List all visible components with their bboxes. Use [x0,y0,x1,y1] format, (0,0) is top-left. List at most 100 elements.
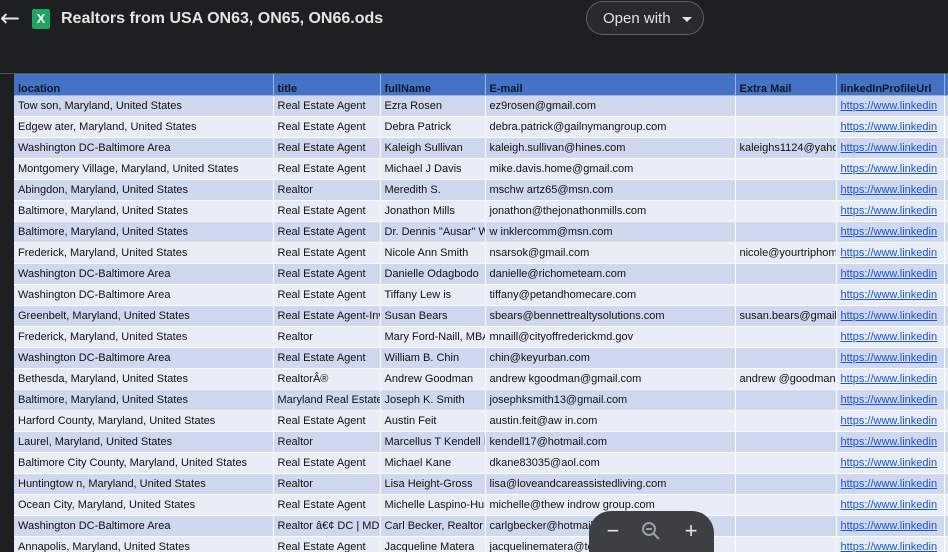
table-cell[interactable]: Jonathon Mills [380,200,486,222]
linkedin-link-cell[interactable]: https://www.linkedin [836,284,945,306]
table-cell[interactable] [735,179,837,201]
table-cell[interactable]: Greenbelt, Maryland, United States [14,305,274,327]
table-cell[interactable]: S [944,284,948,306]
linkedin-link-cell[interactable]: https://www.linkedin [836,179,945,201]
table-cell[interactable]: S [944,410,948,432]
table-cell[interactable]: Montgomery Village, Maryland, United Sta… [14,158,274,180]
table-cell[interactable]: Laurel, Maryland, United States [14,431,274,453]
table-cell[interactable] [735,326,837,348]
table-cell[interactable] [735,347,837,369]
table-cell[interactable]: Real Estate Agent [273,221,381,243]
table-cell[interactable]: S [944,179,948,201]
table-cell[interactable]: Michael J Davis [380,158,486,180]
table-cell[interactable]: kaleighs1124@yaho [735,137,837,159]
open-with-button[interactable]: Open with [586,1,704,35]
linkedin-link-cell[interactable]: https://www.linkedin [836,389,945,411]
table-cell[interactable]: Marcellus T Kendell III [380,431,486,453]
table-cell[interactable]: andrew kgoodman@gmail.com [485,368,736,390]
table-cell[interactable]: Austin Feit [380,410,486,432]
back-arrow-icon[interactable]: ← [0,6,20,30]
linkedin-link-cell[interactable]: https://www.linkedin [836,494,945,516]
linkedin-link-cell[interactable]: https://www.linkedin [836,116,945,138]
table-cell[interactable]: ez9rosen@gmail.com [485,95,736,117]
table-cell[interactable]: kendell17@hotmail.com [485,431,736,453]
table-cell[interactable]: Washington DC-Baltimore Area [14,263,274,285]
table-cell[interactable]: S [944,326,948,348]
table-cell[interactable]: S [944,347,948,369]
table-cell[interactable]: S [944,431,948,453]
table-cell[interactable]: w inklercomm@msn.com [485,221,736,243]
table-cell[interactable]: Frederick, Maryland, United States [14,242,274,264]
table-cell[interactable]: dkane83035@aol.com [485,452,736,474]
linkedin-link-cell[interactable]: https://www.linkedin [836,158,945,180]
table-cell[interactable]: S [944,221,948,243]
table-cell[interactable]: Andrew Goodman [380,368,486,390]
table-cell[interactable]: kaleigh.sullivan@hines.com [485,137,736,159]
table-cell[interactable]: S [944,242,948,264]
table-cell[interactable]: S [944,473,948,495]
linkedin-link-cell[interactable]: https://www.linkedin [836,326,945,348]
table-cell[interactable]: Real Estate Agent [273,137,381,159]
table-cell[interactable] [735,494,837,516]
table-cell[interactable] [735,515,837,537]
linkedin-link-cell[interactable]: https://www.linkedin [836,452,945,474]
table-cell[interactable]: Harford County, Maryland, United States [14,410,274,432]
linkedin-link-cell[interactable]: https://www.linkedin [836,242,945,264]
column-header[interactable]: A [944,74,948,96]
table-cell[interactable]: S [944,536,948,552]
table-cell[interactable]: Maryland Real Estate [273,389,381,411]
column-header[interactable]: fullName [380,74,486,96]
table-cell[interactable]: Abingdon, Maryland, United States [14,179,274,201]
table-cell[interactable]: Real Estate Agent [273,200,381,222]
table-cell[interactable]: Realtor â€¢ DC | MD | [273,515,381,537]
table-cell[interactable]: Real Estate Agent [273,494,381,516]
column-header[interactable]: title [273,74,381,96]
column-header[interactable]: Extra Mail [735,74,837,96]
table-cell[interactable]: Edgew ater, Maryland, United States [14,116,274,138]
table-cell[interactable]: Real Estate Agent [273,116,381,138]
table-cell[interactable]: Real Estate Agent [273,158,381,180]
table-cell[interactable]: Real Estate Agent [273,95,381,117]
table-cell[interactable]: tiffany@petandhomecare.com [485,284,736,306]
table-cell[interactable]: Real Estate Agent [273,536,381,552]
table-cell[interactable]: Carl Becker, Realtor [380,515,486,537]
table-cell[interactable]: Joseph K. Smith [380,389,486,411]
table-cell[interactable]: mike.davis.home@gmail.com [485,158,736,180]
table-cell[interactable]: S [944,263,948,285]
table-cell[interactable] [735,473,837,495]
table-cell[interactable]: austin.feit@aw in.com [485,410,736,432]
column-header[interactable]: linkedInProfileUrl [836,74,945,96]
table-cell[interactable]: Washington DC-Baltimore Area [14,347,274,369]
table-cell[interactable]: Baltimore, Maryland, United States [14,389,274,411]
linkedin-link-cell[interactable]: https://www.linkedin [836,515,945,537]
table-cell[interactable]: mschw artz65@msn.com [485,179,736,201]
table-cell[interactable]: Realtor [273,179,381,201]
table-cell[interactable]: jonathon@thejonathonmills.com [485,200,736,222]
table-cell[interactable]: Baltimore, Maryland, United States [14,200,274,222]
table-cell[interactable]: Realtor [273,473,381,495]
table-cell[interactable]: S [944,116,948,138]
column-header[interactable]: E-mail [485,74,736,96]
table-cell[interactable]: Jacqueline Matera [380,536,486,552]
table-cell[interactable] [735,431,837,453]
zoom-in-icon[interactable]: + [679,519,703,543]
table-cell[interactable]: sbears@bennettrealtysolutions.com [485,305,736,327]
table-cell[interactable]: mnaill@cityoffrederickmd.gov [485,326,736,348]
table-cell[interactable]: Baltimore, Maryland, United States [14,221,274,243]
table-cell[interactable]: Susan Bears [380,305,486,327]
table-cell[interactable] [735,158,837,180]
table-cell[interactable] [735,452,837,474]
linkedin-link-cell[interactable]: https://www.linkedin [836,95,945,117]
table-cell[interactable] [735,95,837,117]
table-cell[interactable]: Huntingtow n, Maryland, United States [14,473,274,495]
table-cell[interactable]: S [944,452,948,474]
table-cell[interactable] [735,536,837,552]
table-cell[interactable]: josephksmith13@gmail.com [485,389,736,411]
linkedin-link-cell[interactable]: https://www.linkedin [836,263,945,285]
linkedin-link-cell[interactable]: https://www.linkedin [836,410,945,432]
table-cell[interactable]: Michelle Laspino-Hun [380,494,486,516]
table-cell[interactable]: S [944,389,948,411]
table-cell[interactable]: Real Estate Agent [273,410,381,432]
table-cell[interactable]: Real Estate Agent [273,347,381,369]
table-cell[interactable]: S [944,200,948,222]
